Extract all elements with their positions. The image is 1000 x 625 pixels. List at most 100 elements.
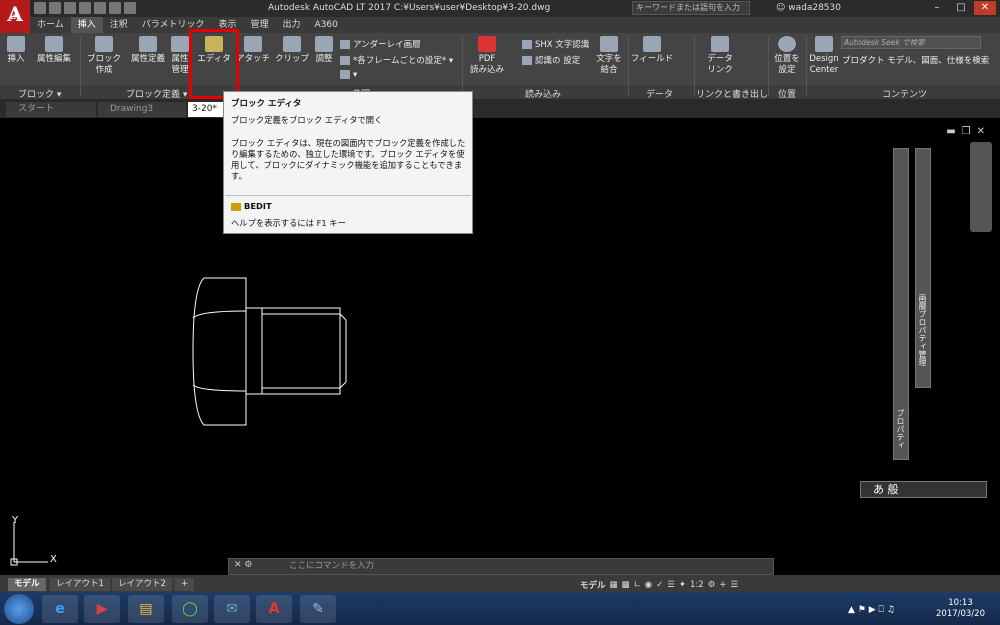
settings-icon (522, 56, 532, 65)
tab-manage[interactable]: 管理 (244, 17, 276, 33)
viewport-controls: ▬ ❐ ✕ (946, 126, 985, 137)
lineweight-icon[interactable]: ☰ (667, 580, 675, 590)
tooltip-divider (225, 195, 471, 196)
new-icon[interactable] (34, 2, 46, 14)
layer-properties-palette[interactable]: 画層プロパティ管理 (915, 148, 931, 388)
highlight-box (189, 29, 239, 99)
adjust-button[interactable]: 調整 (312, 36, 336, 65)
divider (628, 36, 629, 96)
explorer-icon[interactable]: ▤ (128, 595, 164, 623)
navigation-bar[interactable] (970, 142, 992, 232)
window-title: Autodesk AutoCAD LT 2017 C:¥Users¥user¥D… (268, 3, 551, 13)
wrench-icon[interactable]: ⚙ (244, 560, 252, 570)
minimize-icon[interactable]: – (926, 1, 948, 15)
snap-icon[interactable]: ▩ (622, 580, 630, 590)
tooltip-help: ヘルプを表示するには F1 キー (231, 218, 346, 228)
divider (806, 36, 807, 96)
properties-palette[interactable]: プロパティ (893, 148, 909, 460)
seek-search-link[interactable]: プロダクト モデル、図面、仕様を検索 (842, 54, 989, 66)
autocad-icon[interactable]: A (256, 595, 292, 623)
frame-icon (340, 56, 350, 65)
save-icon[interactable] (64, 2, 76, 14)
open-icon[interactable] (49, 2, 61, 14)
seek-search-input[interactable]: Autodesk Seek で検索 (841, 36, 981, 49)
quick-access-toolbar (34, 2, 136, 14)
snap-icon (340, 70, 350, 79)
attr-manage-button[interactable]: 属性 管理 (170, 36, 190, 76)
ortho-icon[interactable]: ∟ (634, 580, 641, 590)
attach-button[interactable]: アタッチ (236, 36, 270, 65)
restore-viewport-icon[interactable]: ❐ (962, 126, 971, 137)
polar-icon[interactable]: ◉ (645, 580, 652, 590)
close-icon[interactable]: ✕ (974, 1, 996, 15)
close-viewport-icon[interactable]: ✕ (977, 126, 985, 137)
command-line-input[interactable]: ここにコマンドを入力 (228, 558, 774, 575)
annotation-icon[interactable]: ✦ (679, 580, 686, 590)
underlay-layers-icon (340, 40, 350, 49)
file-tab-3-20[interactable]: 3-20* (188, 102, 224, 117)
maximize-icon[interactable]: □ (950, 1, 972, 15)
system-clock[interactable]: 10:13 2017/03/20 (936, 598, 985, 620)
tooltip-subtitle: ブロック定義をブロック エディタで開く (231, 115, 383, 125)
media-player-icon[interactable]: ▶ (84, 595, 120, 623)
design-center-button[interactable]: Design Center (808, 36, 840, 76)
ime-bar[interactable]: あ 般 (860, 481, 987, 498)
tab-insert[interactable]: 挿入 (70, 17, 103, 33)
insert-button[interactable]: 挿入 (4, 36, 28, 65)
plus-icon[interactable]: + (719, 580, 726, 590)
data-link-button[interactable]: データ リンク (702, 36, 738, 76)
add-layout-button[interactable]: + (175, 578, 195, 591)
save-as-icon[interactable] (79, 2, 91, 14)
tab-annotate[interactable]: 注釈 (103, 17, 135, 33)
pdf-import-button[interactable]: PDF 読み込み (468, 36, 506, 76)
minimize-viewport-icon[interactable]: ▬ (946, 126, 955, 137)
block-create-button[interactable]: ブロック 作成 (86, 36, 122, 76)
grid-icon[interactable]: ▦ (610, 580, 618, 590)
menu-icon[interactable]: ☰ (730, 580, 738, 590)
tab-home[interactable]: ホーム (30, 17, 71, 33)
attr-edit-button[interactable]: 属性編集 (34, 36, 74, 65)
block-create-icon (95, 36, 113, 52)
application-menu-button[interactable]: A LT (0, 0, 30, 33)
model-space-button[interactable]: モデル (580, 579, 606, 591)
tab-a360[interactable]: A360 (308, 17, 345, 33)
layout-tab-layout2[interactable]: レイアウト2 (112, 578, 172, 591)
divider (80, 36, 81, 96)
print-icon[interactable] (94, 2, 106, 14)
shx-recognition-button[interactable]: SHX 文字認識 (522, 38, 589, 50)
ie-icon[interactable]: e (42, 595, 78, 623)
file-tab-drawing3[interactable]: Drawing3 (98, 102, 186, 117)
underlay-layers-button[interactable]: アンダーレイ画層 (340, 38, 421, 50)
thunderbird-icon[interactable]: ✉ (214, 595, 250, 623)
tab-output[interactable]: 出力 (276, 17, 308, 33)
file-tab-start[interactable]: スタート (6, 102, 96, 117)
frame-settings-dropdown[interactable]: *各フレームごとの設定* ▾ (340, 54, 453, 66)
pdf-icon (478, 36, 496, 52)
annotation-scale[interactable]: 1:2 (690, 580, 704, 590)
paint-icon[interactable]: ✎ (300, 595, 336, 623)
attr-manage-icon (171, 36, 189, 52)
globe-icon (778, 36, 796, 52)
text-combine-button[interactable]: 文字を 結合 (594, 36, 624, 76)
gear-icon[interactable]: ⚙ (708, 580, 716, 590)
field-button[interactable]: フィールド (630, 36, 674, 65)
redo-icon[interactable] (124, 2, 136, 14)
layout-tab-model[interactable]: モデル (8, 578, 46, 591)
recognition-settings-button[interactable]: 認識の 設定 (522, 54, 580, 66)
user-account[interactable]: ☺ wada28530 (776, 3, 841, 13)
chrome-icon[interactable]: ◯ (172, 595, 208, 623)
undo-icon[interactable] (109, 2, 121, 14)
help-search-input[interactable]: キーワードまたは語句を入力 (632, 1, 750, 15)
clip-button[interactable]: クリップ (274, 36, 310, 65)
close-icon[interactable]: ✕ (234, 560, 242, 570)
system-tray: ▲ ⚑ ▶ ⎕ ♫ (848, 605, 895, 615)
attr-define-button[interactable]: 属性定義 (128, 36, 168, 65)
start-button[interactable] (4, 594, 34, 624)
location-button[interactable]: 位置を 設定 (772, 36, 802, 76)
snap-underlay-button[interactable]: ▾ (340, 70, 357, 80)
design-center-icon (815, 36, 833, 52)
clip-icon (283, 36, 301, 52)
osnap-icon[interactable]: ✓ (656, 580, 663, 590)
layout-tab-layout1[interactable]: レイアウト1 (50, 578, 110, 591)
divider (462, 36, 463, 96)
